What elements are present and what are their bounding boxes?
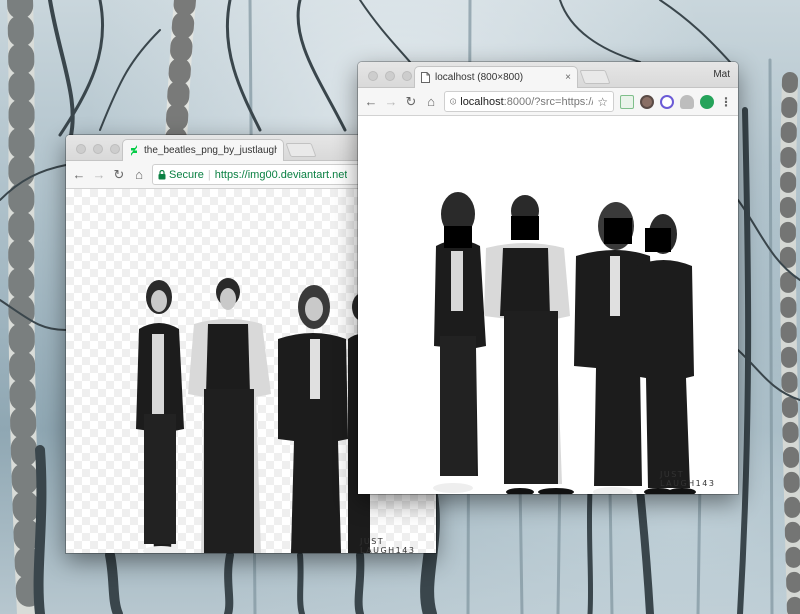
back-arrow-icon[interactable]: ← xyxy=(72,167,86,182)
beatles-photo-censored xyxy=(433,192,696,494)
address-bar[interactable]: localhost:8000/?src=https://img00.devian… xyxy=(444,91,614,112)
new-tab-button[interactable] xyxy=(579,70,611,84)
face-censor-box xyxy=(604,218,632,244)
minimize-window-button[interactable] xyxy=(385,71,395,81)
back-arrow-icon[interactable]: ← xyxy=(364,94,378,109)
extension-icon-grammarly[interactable] xyxy=(700,94,714,109)
watermark-text: JUST LAUGH143 xyxy=(360,537,416,553)
zoom-window-button[interactable] xyxy=(110,144,120,154)
reload-icon[interactable]: ↻ xyxy=(404,94,418,110)
extension-icon-cloud[interactable] xyxy=(680,94,694,109)
new-tab-button[interactable] xyxy=(285,143,317,157)
extension-icon-bookmark[interactable] xyxy=(620,94,634,109)
tab-active[interactable]: the_beatles_png_by_justlaugh143 xyxy=(122,139,284,161)
window-controls xyxy=(368,71,412,81)
extension-icon-record[interactable] xyxy=(640,94,654,109)
address-bar[interactable]: Secure | https://img00.deviantart.net xyxy=(152,164,390,185)
reload-icon[interactable]: ↻ xyxy=(112,167,126,183)
address-url-rest: :8000/?src=https://img00.deviantart.net xyxy=(503,95,594,108)
home-icon[interactable]: ⌂ xyxy=(132,167,146,182)
watermark-text: JUST LAUGH143 xyxy=(660,470,716,488)
address-url: https://img00.deviantart.net xyxy=(214,168,348,181)
zoom-window-button[interactable] xyxy=(402,71,412,81)
forward-arrow-icon[interactable]: → xyxy=(92,167,106,182)
face-censor-box xyxy=(444,226,472,248)
secure-label: Secure xyxy=(169,168,204,181)
browser-toolbar: ← → ↻ ⌂ localhost:8000/?src=https://img0… xyxy=(358,88,738,116)
extension-icon-target[interactable] xyxy=(660,94,674,109)
info-icon[interactable] xyxy=(450,96,457,107)
tab-title: the_beatles_png_by_justlaugh143 xyxy=(144,145,277,156)
address-url-host: localhost xyxy=(460,95,504,108)
page-content: JUST LAUGH143 xyxy=(358,116,738,494)
tab-strip: localhost (800×800) × Mat xyxy=(358,62,738,88)
deviantart-icon xyxy=(131,145,137,156)
address-separator: | xyxy=(207,168,211,181)
bookmark-star-icon[interactable]: ☆ xyxy=(597,95,608,109)
browser-window-right[interactable]: localhost (800×800) × Mat ← → ↻ ⌂ localh… xyxy=(358,62,738,494)
home-icon[interactable]: ⌂ xyxy=(424,94,438,109)
face-censor-box xyxy=(511,216,539,240)
tab-close-icon[interactable]: × xyxy=(565,72,571,83)
minimize-window-button[interactable] xyxy=(93,144,103,154)
lock-icon xyxy=(158,169,166,179)
face-censor-box xyxy=(645,228,671,252)
profile-name[interactable]: Mat xyxy=(713,69,730,80)
address-url: localhost:8000/?src=https://img00.devian… xyxy=(460,96,593,108)
menu-dots-icon[interactable]: ⋮ xyxy=(720,95,732,109)
secure-indicator[interactable]: Secure xyxy=(158,169,204,181)
forward-arrow-icon[interactable]: → xyxy=(384,94,398,109)
tab-active[interactable]: localhost (800×800) × xyxy=(414,66,578,88)
tab-title: localhost (800×800) xyxy=(435,72,524,83)
close-window-button[interactable] xyxy=(76,144,86,154)
window-controls xyxy=(76,144,120,154)
close-window-button[interactable] xyxy=(368,71,378,81)
page-icon xyxy=(421,72,430,83)
